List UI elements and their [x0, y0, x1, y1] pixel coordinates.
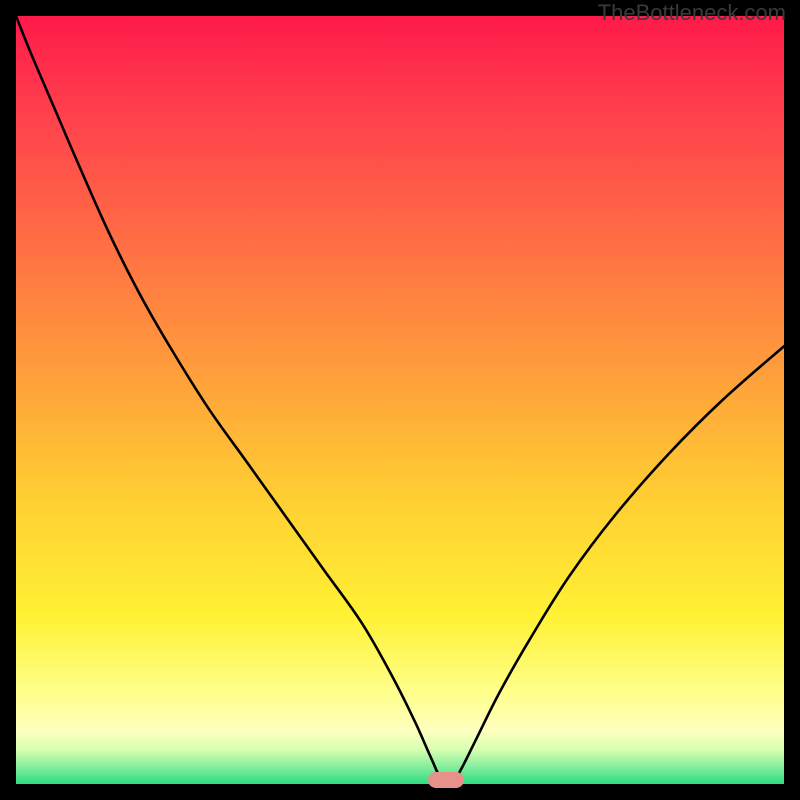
plot-area	[16, 16, 784, 784]
plot-svg	[16, 16, 784, 784]
gradient-background	[16, 16, 784, 784]
attribution-text: TheBottleneck.com	[598, 0, 786, 26]
chart-container: TheBottleneck.com	[0, 0, 800, 800]
optimal-point-marker	[428, 772, 464, 788]
